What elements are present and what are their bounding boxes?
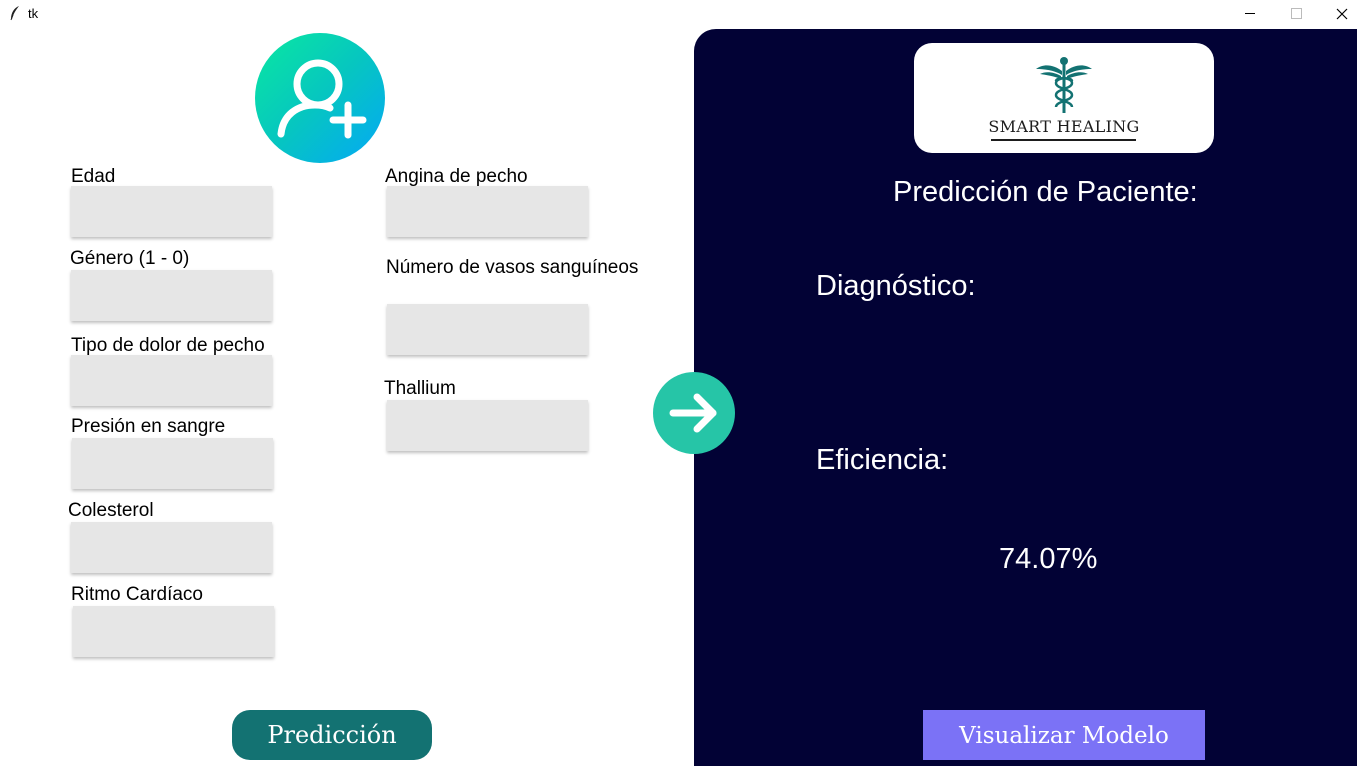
- efficiency-label: Eficiencia:: [816, 444, 949, 476]
- add-user-avatar: [255, 33, 385, 163]
- diagnosis-label: Diagnóstico:: [816, 270, 976, 302]
- edad-input[interactable]: [71, 186, 272, 237]
- title-bar: tk: [0, 0, 1357, 28]
- thallium-label: Thallium: [384, 378, 456, 399]
- colesterol-label: Colesterol: [68, 500, 154, 521]
- window-title: tk: [28, 6, 39, 21]
- edad-label: Edad: [71, 166, 116, 187]
- caduceus-icon: [1036, 57, 1092, 113]
- add-user-icon: [277, 59, 367, 139]
- logo-underline: [991, 139, 1136, 141]
- arrow-right-icon: [669, 393, 717, 433]
- feather-icon: [10, 6, 19, 21]
- tipo-dolor-input[interactable]: [71, 355, 272, 406]
- presion-input[interactable]: [72, 438, 273, 489]
- predict-button[interactable]: Predicción: [232, 710, 432, 760]
- ritmo-input[interactable]: [73, 606, 274, 657]
- logo-text: SMART HEALING: [988, 117, 1140, 136]
- close-icon[interactable]: [1319, 0, 1357, 28]
- vasos-label: Número de vasos sanguíneos: [386, 257, 639, 278]
- angina-input[interactable]: [387, 186, 588, 237]
- logo-card: SMART HEALING: [914, 43, 1214, 153]
- vasos-input[interactable]: [387, 304, 588, 355]
- thallium-input[interactable]: [387, 400, 588, 451]
- tipo-dolor-label: Tipo de dolor de pecho: [71, 335, 265, 356]
- colesterol-input[interactable]: [71, 522, 272, 573]
- angina-label: Angina de pecho: [385, 166, 528, 187]
- efficiency-value: 74.07%: [999, 543, 1098, 575]
- ritmo-label: Ritmo Cardíaco: [71, 584, 203, 605]
- presion-label: Presión en sangre: [71, 416, 226, 437]
- minimize-icon[interactable]: [1227, 0, 1273, 28]
- arrow-right-button[interactable]: [653, 372, 735, 454]
- prediction-title: Predicción de Paciente:: [893, 176, 1198, 208]
- visualize-model-button[interactable]: Visualizar Modelo: [923, 710, 1205, 760]
- genero-input[interactable]: [71, 270, 272, 321]
- genero-label: Género (1 - 0): [70, 248, 190, 269]
- maximize-icon[interactable]: [1273, 0, 1319, 28]
